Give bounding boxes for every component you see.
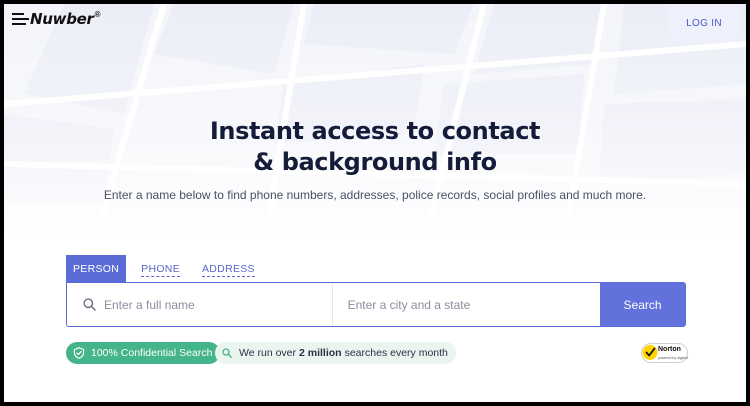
name-field-wrapper — [67, 283, 333, 326]
norton-seal[interactable]: Norton powered by digicert — [641, 340, 689, 366]
shield-check-icon — [73, 347, 85, 359]
norton-label: Norton — [658, 346, 681, 353]
city-field-wrapper — [333, 283, 601, 326]
runs-text-pre: We run over — [239, 347, 296, 359]
norton-sublabel: powered by digicert — [658, 356, 689, 360]
confidential-text: 100% Confidential Search — [91, 347, 213, 359]
runs-text-bold: 2 million — [299, 347, 342, 359]
tab-person[interactable]: PERSON — [66, 255, 127, 282]
confidential-badge: 100% Confidential Search — [66, 342, 221, 364]
search-type-tabs: PERSON PHONE ADDRESS — [66, 255, 277, 282]
norton-check-icon — [641, 343, 688, 363]
page-frame: Nuwber ® LOG IN Instant access to contac… — [4, 4, 746, 402]
nuwber-logo[interactable]: Nuwber ® — [12, 10, 101, 28]
search-button[interactable]: Search — [600, 283, 685, 326]
hero-title-line-1: Instant access to contact — [209, 117, 541, 145]
search-form: Search — [66, 282, 686, 327]
tab-phone[interactable]: PHONE — [141, 263, 180, 277]
search-icon — [83, 298, 96, 311]
full-name-input[interactable] — [104, 283, 324, 326]
logo-registered-mark: ® — [94, 10, 101, 19]
logo-mark-icon — [12, 13, 29, 25]
runs-text-post: searches every month — [344, 347, 448, 359]
search-volume-badge: We run over 2 million searches every mon… — [215, 342, 456, 364]
city-state-input[interactable] — [347, 283, 588, 326]
hero-title-line-2: & background info — [253, 148, 497, 176]
tab-address[interactable]: ADDRESS — [202, 263, 255, 277]
login-button[interactable]: LOG IN — [667, 4, 741, 42]
hero-title: Instant access to contact & background i… — [4, 116, 746, 178]
search-small-icon — [222, 348, 232, 358]
logo-text: Nuwber — [30, 10, 94, 28]
hero-subtitle: Enter a name below to find phone numbers… — [103, 188, 647, 202]
